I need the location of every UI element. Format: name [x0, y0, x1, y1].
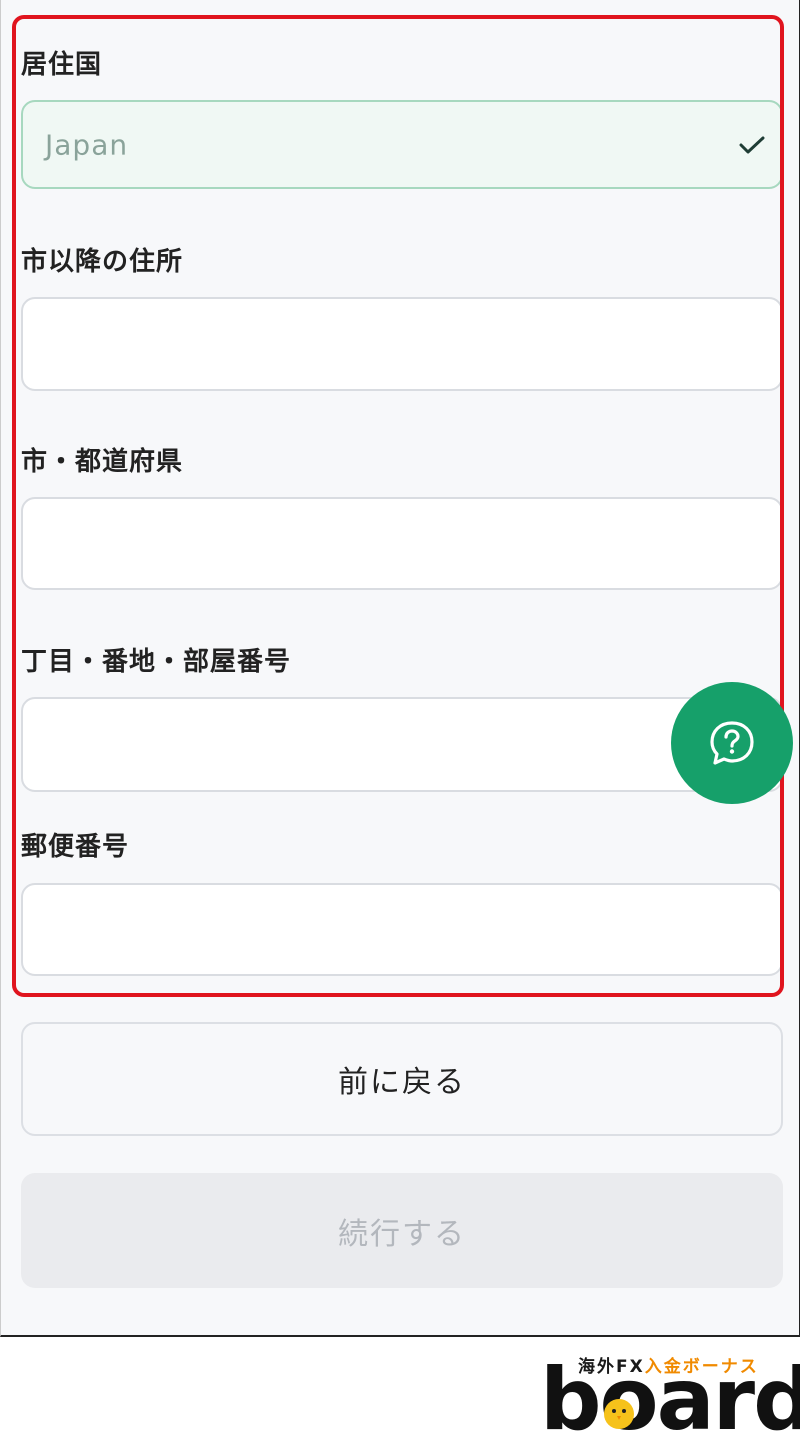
logo-wordmark: board [540, 1350, 800, 1450]
question-bubble-icon [710, 721, 754, 765]
form-screen: 居住国 Japan 市以降の住所 市・都道府県 丁目・番地・部屋番号 郵便番号 … [0, 0, 800, 1337]
back-button[interactable]: 前に戻る [21, 1022, 783, 1136]
chick-mascot-icon [604, 1399, 634, 1429]
continue-button[interactable]: 続行する [21, 1173, 783, 1288]
highlight-frame [12, 15, 784, 997]
watermark-logo: 海外FX入金ボーナス board [540, 1352, 800, 1443]
help-chat-button[interactable] [671, 682, 793, 804]
